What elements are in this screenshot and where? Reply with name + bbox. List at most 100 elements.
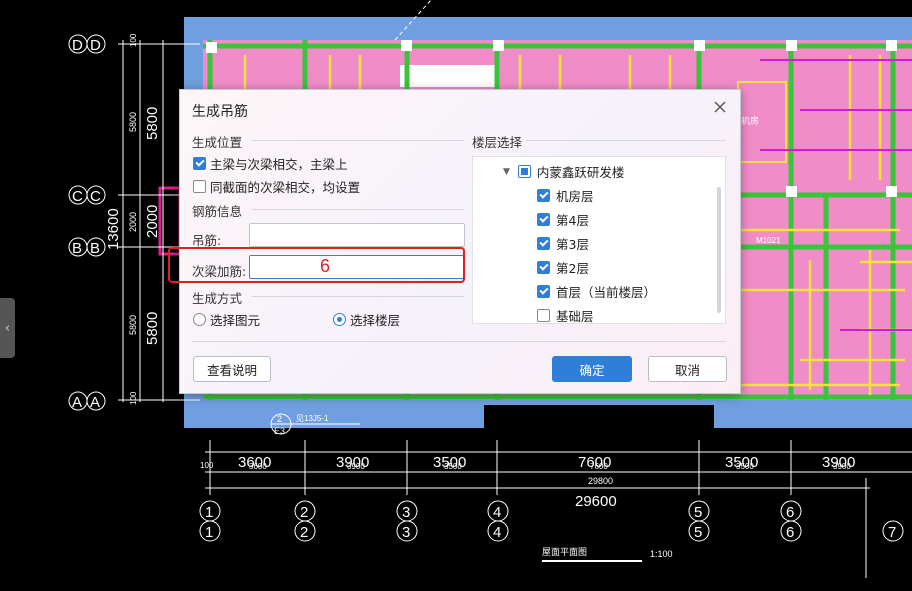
side-panel-toggle[interactable]: ‹	[0, 298, 15, 358]
highlight-annotation-box	[168, 247, 465, 283]
close-icon[interactable]	[712, 99, 728, 115]
floor-label: 机房层	[556, 189, 594, 204]
dim-bottom-minor-1: 3600	[249, 462, 267, 471]
hanger-input[interactable]	[249, 223, 465, 247]
option-label: 同截面的次梁相交，均设置	[210, 180, 361, 195]
drawing-scale: 1:100	[650, 549, 673, 559]
tree-root[interactable]: ▼ 内蒙鑫跃研发楼	[503, 162, 624, 181]
drawing-title: 屋面平面图	[542, 547, 587, 557]
option-label: 主梁与次梁相交，主梁上	[210, 157, 348, 172]
footer-divider	[192, 341, 726, 342]
checkbox[interactable]	[537, 261, 550, 274]
ok-button[interactable]: 确定	[552, 356, 632, 382]
annotation-number: 6	[320, 256, 331, 276]
caret-down-icon[interactable]: ▼	[503, 167, 510, 177]
axis-col-bottom-5: 5	[694, 524, 702, 541]
dim-left-minor-3: 5800	[128, 315, 138, 335]
detail-number: 2	[277, 414, 282, 424]
dim-bottom-minor-4: 7600	[590, 462, 608, 471]
floor-item[interactable]: 第3层	[537, 234, 589, 253]
radio-button[interactable]	[333, 313, 346, 326]
detail-ref: 见13J5-1	[296, 414, 329, 423]
option-same-section[interactable]: 同截面的次梁相交，均设置	[193, 177, 360, 196]
dim-bottom-total-small: 29800	[588, 476, 613, 486]
section-divider	[252, 209, 464, 210]
section-divider	[526, 140, 726, 141]
section-divider	[252, 140, 464, 141]
checkbox[interactable]	[193, 180, 206, 193]
checkbox[interactable]	[537, 189, 550, 202]
dim-bottom-minor-6: 3900	[833, 462, 851, 471]
floor-label: 第4层	[556, 213, 589, 228]
tree-root-label: 内蒙鑫跃研发楼	[536, 165, 625, 180]
floor-item[interactable]: 第2层	[537, 258, 589, 277]
dim-left-major-2: 2000	[144, 205, 161, 238]
opening-area	[400, 65, 495, 87]
chevron-left-icon: ‹	[4, 320, 11, 336]
detail-sheet: E3	[274, 426, 285, 436]
checkbox[interactable]	[537, 309, 550, 322]
axis-col-bottom-2: 2	[300, 524, 308, 541]
floor-label: 基础层	[556, 309, 594, 324]
floor-label: 第3层	[556, 237, 589, 252]
checkbox[interactable]	[193, 157, 206, 170]
axis-col-bottom-6: 6	[786, 524, 794, 541]
axis-row-left-d: D	[72, 37, 83, 54]
option-main-secondary[interactable]: 主梁与次梁相交，主梁上	[193, 154, 348, 173]
radio-select-element[interactable]: 选择图元	[193, 310, 260, 329]
checkbox-partial[interactable]	[517, 165, 531, 178]
dim-bottom-total: 29600	[575, 493, 617, 510]
axis-col-top-3: 3	[402, 504, 410, 521]
axis-row-right-b: B	[90, 240, 100, 257]
dim-bottom-minor-5: 3500	[736, 462, 754, 471]
dim-bottom-minor-2: 3900	[347, 462, 365, 471]
checkbox[interactable]	[537, 285, 550, 298]
axis-col-bottom-7: 7	[888, 524, 896, 541]
radio-button[interactable]	[193, 313, 206, 326]
checkbox[interactable]	[537, 213, 550, 226]
door-label: M1021	[756, 236, 781, 245]
axis-col-top-5: 5	[694, 504, 702, 521]
axis-col-top-4: 4	[493, 504, 501, 521]
floor-section-title: 楼层选择	[472, 135, 523, 150]
axis-row-right-a: A	[90, 394, 100, 411]
floor-label: 首层（当前楼层）	[556, 285, 657, 300]
dim-bottom-minor-3: 3500	[444, 462, 462, 471]
axis-col-top-1: 1	[205, 504, 213, 521]
cancel-button[interactable]: 取消	[648, 356, 727, 382]
axis-row-left-c: C	[72, 188, 83, 205]
axis-row-left-b: B	[72, 240, 82, 257]
floor-tree: ▼ 内蒙鑫跃研发楼 机房层 第4层 第3层 第2层 首层（当前楼层） 基础层	[472, 156, 726, 324]
dim-left-minor-2: 2000	[128, 212, 138, 232]
floor-item[interactable]: 基础层	[537, 306, 594, 325]
floor-item[interactable]: 机房层	[537, 186, 594, 205]
dim-left-major-1: 5800	[144, 107, 161, 140]
left-axis-bubbles	[68, 34, 106, 411]
wall-gap	[484, 405, 714, 435]
bottom-dimension-lines	[205, 440, 912, 578]
section-divider	[252, 296, 464, 297]
position-section-title: 生成位置	[192, 135, 243, 150]
axis-col-top-2: 2	[300, 504, 308, 521]
dim-left-major-3: 5800	[144, 312, 161, 345]
dim-left-small-1: 100	[129, 33, 138, 47]
radio-label: 选择图元	[210, 313, 261, 328]
axis-row-right-d: D	[90, 37, 101, 54]
floor-item[interactable]: 首层（当前楼层）	[537, 282, 656, 301]
dim-left-small-2: 100	[129, 391, 138, 405]
rebar-section-title: 钢筋信息	[192, 204, 243, 219]
axis-col-bottom-4: 4	[493, 524, 501, 541]
axis-col-bottom-3: 3	[402, 524, 410, 541]
axis-col-bottom-1: 1	[205, 524, 213, 541]
generate-hanger-dialog: 生成吊筋 生成位置 主梁与次梁相交，主梁上 同截面的次梁相交，均设置 钢筋信息 …	[179, 89, 741, 394]
axis-row-right-c: C	[90, 188, 101, 205]
dialog-title: 生成吊筋	[192, 104, 248, 120]
axis-col-top-6: 6	[786, 504, 794, 521]
radio-select-floor[interactable]: 选择楼层	[333, 310, 400, 329]
axis-row-left-a: A	[72, 394, 82, 411]
checkbox[interactable]	[537, 237, 550, 250]
radio-label: 选择楼层	[350, 313, 401, 328]
tree-scrollbar[interactable]	[717, 187, 721, 313]
help-button[interactable]: 查看说明	[193, 356, 271, 382]
floor-item[interactable]: 第4层	[537, 210, 589, 229]
